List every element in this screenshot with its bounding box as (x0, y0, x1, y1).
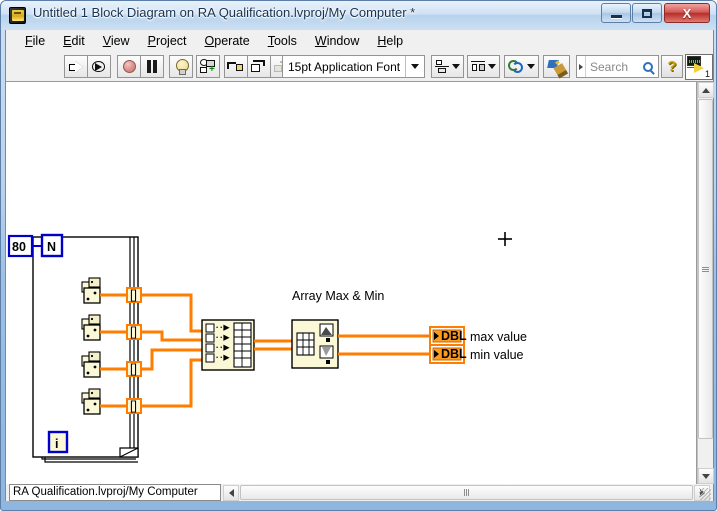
distribute-objects-icon (471, 60, 486, 74)
status-bar: RA Qualification.lvproj/My Computer (9, 484, 221, 501)
indicator-min-label: min value (470, 348, 524, 362)
array-max-min-node[interactable]: Array Max & Min (291, 289, 384, 369)
minimize-button[interactable] (601, 3, 631, 23)
align-objects-icon (435, 59, 450, 74)
random-number-node-4[interactable] (81, 388, 101, 415)
bottom-bar: RA Qualification.lvproj/My Computer (6, 484, 713, 501)
labview-vi-icon (9, 7, 26, 24)
align-objects-button[interactable] (431, 55, 464, 78)
loop-tunnel-1[interactable]: [] (126, 287, 142, 303)
toolbar: + 15pt Application Font ✦ Search ? 1 (6, 52, 713, 82)
search-scope-icon[interactable] (577, 56, 586, 77)
menu-item-tools[interactable]: Tools (259, 32, 306, 50)
vi-icon[interactable]: 1 (685, 54, 713, 80)
svg-text:··▸: ··▸ (215, 350, 230, 364)
indicator-max-value[interactable]: DBL max value (429, 326, 527, 346)
loop-tunnel-4[interactable]: [] (126, 398, 142, 414)
block-diagram-svg: .wire { stroke:#ff7e00; stroke-width:3; … (7, 232, 527, 463)
labview-block-diagram-window: Untitled 1 Block Diagram on RA Qualifica… (0, 0, 717, 511)
menu-item-operate[interactable]: Operate (196, 32, 259, 50)
reorder-icon (508, 59, 525, 74)
svg-text:[]: [] (130, 288, 137, 302)
pause-icon (146, 60, 158, 73)
title-bar[interactable]: Untitled 1 Block Diagram on RA Qualifica… (1, 1, 716, 30)
retain-wire-values-button[interactable]: + (196, 55, 220, 78)
scroll-down-button[interactable] (698, 468, 714, 484)
loop-tunnel-3[interactable]: [] (126, 361, 142, 377)
build-array-node[interactable]: ··▸ ··▸ ··▸ ··▸ (201, 319, 255, 371)
horizontal-scroll-thumb[interactable] (240, 485, 693, 500)
chevron-down-icon[interactable] (405, 56, 424, 77)
maximize-button[interactable] (632, 3, 662, 23)
for-loop[interactable] (32, 236, 139, 463)
menu-item-help[interactable]: Help (368, 32, 412, 50)
iteration-terminal[interactable]: i (47, 430, 69, 454)
highlight-execution-button[interactable] (169, 55, 193, 78)
svg-text:[]: [] (130, 362, 137, 376)
run-continuously-button[interactable] (87, 55, 111, 78)
random-number-node-1[interactable] (81, 277, 101, 304)
menu-bar: File Edit View Project Operate Tools Win… (6, 30, 713, 52)
resize-grip[interactable] (699, 488, 711, 500)
window-title: Untitled 1 Block Diagram on RA Qualifica… (33, 5, 416, 20)
magnifier-icon[interactable] (638, 61, 658, 72)
search-input[interactable]: Search (576, 55, 659, 78)
run-continuous-icon (91, 60, 107, 74)
clean-up-diagram-icon: ✦ (546, 58, 567, 76)
wires-tunnels-to-build-array (141, 293, 202, 408)
wire-build-array-to-max-min (254, 339, 292, 351)
menu-item-view[interactable]: View (94, 32, 139, 50)
vertical-scroll-thumb[interactable] (698, 99, 713, 439)
abort-stop-icon (122, 60, 136, 73)
numeric-constant-value: 80 (12, 240, 26, 254)
svg-text:[]: [] (130, 325, 137, 339)
reorder-button[interactable] (504, 55, 539, 78)
iteration-terminal-label: i (55, 437, 58, 451)
indicator-max-label: max value (470, 330, 527, 344)
crosshair-cursor (498, 232, 512, 246)
run-button[interactable] (64, 55, 88, 78)
step-into-button[interactable] (224, 55, 248, 78)
client-area: File Edit View Project Operate Tools Win… (5, 30, 714, 501)
font-selector-value: 15pt Application Font (288, 59, 401, 74)
close-button[interactable]: X (664, 3, 710, 23)
run-arrow-icon (69, 59, 84, 74)
indicator-max-type: DBL (441, 329, 467, 343)
scroll-up-button[interactable] (698, 82, 714, 98)
chevron-down-icon (452, 64, 460, 69)
vi-icon-number: 1 (704, 69, 710, 79)
abort-execution-button[interactable] (117, 55, 141, 78)
chevron-down-icon (527, 64, 535, 69)
wires-max-min-to-indicators (338, 334, 430, 356)
svg-text:[]: [] (130, 399, 137, 413)
step-into-icon (227, 60, 244, 73)
search-placeholder: Search (590, 59, 629, 74)
loop-tunnel-2[interactable]: [] (126, 324, 142, 340)
horizontal-scrollbar[interactable] (223, 484, 710, 501)
menu-item-project[interactable]: Project (139, 32, 196, 50)
step-over-button[interactable] (247, 55, 271, 78)
menu-item-file[interactable]: File (16, 32, 54, 50)
loop-count-terminal-label: N (47, 240, 56, 254)
menu-item-edit[interactable]: Edit (54, 32, 94, 50)
vertical-scrollbar[interactable] (697, 82, 714, 484)
context-help-button[interactable]: ? (661, 55, 683, 78)
light-bulb-icon (175, 59, 189, 75)
distribute-objects-button[interactable] (467, 55, 500, 78)
indicator-min-value[interactable]: DBL min value (429, 344, 524, 364)
block-diagram-canvas[interactable]: .wire { stroke:#ff7e00; stroke-width:3; … (6, 82, 697, 484)
menu-item-window[interactable]: Window (306, 32, 368, 50)
pause-button[interactable] (140, 55, 164, 78)
indicator-min-type: DBL (441, 347, 467, 361)
font-selector[interactable]: 15pt Application Font (282, 55, 425, 78)
random-number-node-3[interactable] (81, 351, 101, 378)
chevron-down-icon (488, 64, 496, 69)
array-max-min-label: Array Max & Min (292, 289, 384, 303)
random-number-node-2[interactable] (81, 314, 101, 341)
step-over-icon (251, 59, 267, 74)
probe-retain-icon: + (200, 59, 216, 75)
clean-up-diagram-button[interactable]: ✦ (543, 55, 570, 78)
scroll-left-button[interactable] (223, 484, 239, 501)
